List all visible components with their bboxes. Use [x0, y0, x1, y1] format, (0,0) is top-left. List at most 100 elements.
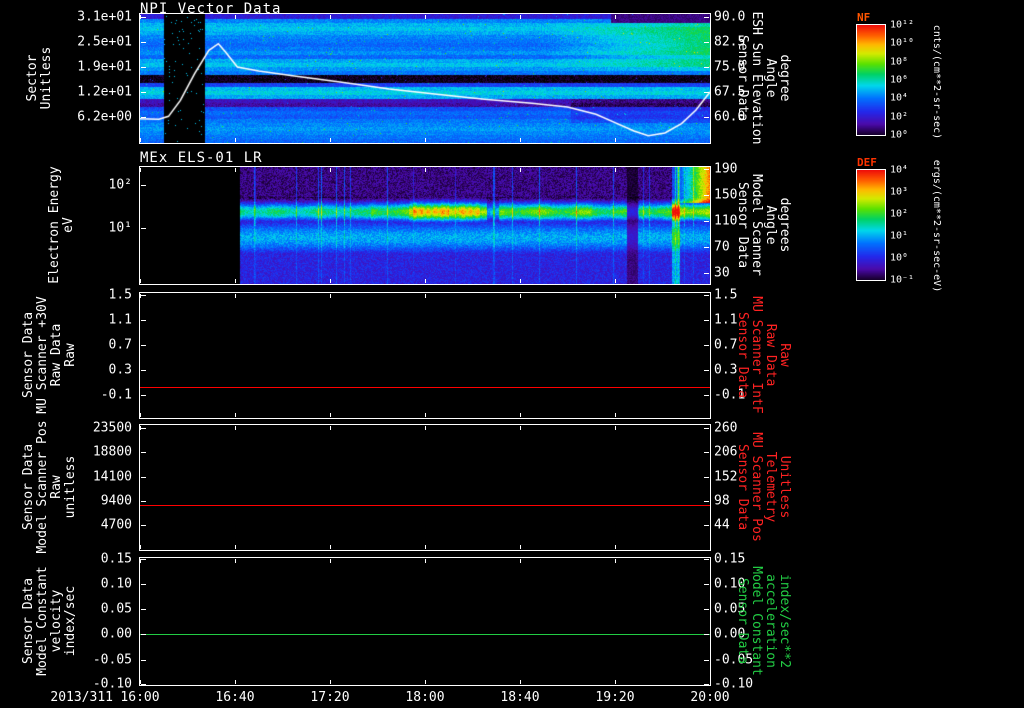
tick-mark — [710, 426, 711, 430]
tick-mark — [141, 660, 146, 661]
tick-label: 10³ — [890, 187, 908, 198]
tick-mark — [704, 345, 709, 346]
tick-mark — [425, 279, 426, 283]
tick-label: 10² — [109, 178, 132, 193]
tick-mark — [140, 15, 141, 19]
tick-label: 0.15 — [101, 552, 132, 567]
tick-mark — [704, 428, 709, 429]
tick-mark — [141, 477, 146, 478]
tick-mark — [704, 559, 709, 560]
tick-mark — [704, 609, 709, 610]
tick-label: 10¹⁰ — [890, 38, 914, 49]
tick-mark — [704, 370, 709, 371]
tick-label: 2.5e+01 — [77, 35, 132, 50]
tick-mark — [704, 452, 709, 453]
tick-mark — [141, 609, 146, 610]
tick-label: 16:40 — [203, 690, 267, 705]
tick-mark — [704, 169, 709, 170]
tick-mark — [140, 545, 141, 549]
tick-mark — [615, 294, 616, 298]
tick-mark — [235, 413, 236, 417]
tick-mark — [141, 525, 146, 526]
tick-label: 10⁰ — [890, 253, 908, 264]
tick-mark — [704, 320, 709, 321]
panel1-heatmap-canvas — [140, 14, 710, 143]
tick-mark — [235, 680, 236, 684]
tick-mark — [710, 294, 711, 298]
tick-mark — [141, 370, 146, 371]
tick-label: 1.9e+01 — [77, 60, 132, 75]
tick-label: 0.10 — [101, 577, 132, 592]
tick-mark — [704, 525, 709, 526]
colorbar-nf — [856, 24, 886, 136]
tick-mark — [615, 168, 616, 172]
tick-mark — [141, 559, 146, 560]
science-plot-page: NPI Vector Data 3.1e+012.5e+011.9e+011.2… — [0, 0, 1024, 708]
tick-mark — [704, 634, 709, 635]
tick-mark — [615, 15, 616, 19]
tick-label: 152 — [714, 470, 737, 485]
panel3-plot — [139, 292, 711, 419]
tick-mark — [330, 138, 331, 142]
tick-mark — [141, 395, 146, 396]
tick-label: 20:00 — [678, 690, 742, 705]
tick-label: 16:00 — [108, 690, 172, 705]
tick-mark — [235, 168, 236, 172]
tick-mark — [141, 452, 146, 453]
panel1-spectrogram — [139, 13, 711, 144]
tick-mark — [330, 545, 331, 549]
tick-mark — [710, 413, 711, 417]
tick-mark — [520, 294, 521, 298]
tick-mark — [615, 559, 616, 563]
tick-mark — [141, 185, 146, 186]
tick-mark — [704, 501, 709, 502]
tick-mark — [140, 426, 141, 430]
tick-label: 14100 — [93, 470, 132, 485]
colorbar-def — [856, 169, 886, 281]
tick-mark — [615, 279, 616, 283]
tick-mark — [615, 680, 616, 684]
tick-mark — [141, 92, 146, 93]
tick-label: 10² — [890, 209, 908, 220]
tick-label: 6.2e+00 — [77, 110, 132, 125]
panel4-data-line — [140, 505, 710, 506]
tick-label: 18:00 — [393, 690, 457, 705]
tick-mark — [425, 559, 426, 563]
tick-mark — [330, 559, 331, 563]
tick-mark — [704, 684, 709, 685]
tick-mark — [141, 584, 146, 585]
panel4-plot — [139, 424, 711, 551]
tick-mark — [520, 680, 521, 684]
tick-label: 10⁶ — [890, 75, 908, 86]
tick-label: 1.1 — [714, 313, 737, 328]
tick-mark — [704, 117, 709, 118]
tick-mark — [704, 273, 709, 274]
panel2-spectrogram — [139, 166, 711, 285]
tick-mark — [520, 168, 521, 172]
tick-label: 0.3 — [109, 363, 132, 378]
tick-label: -0.1 — [101, 388, 132, 403]
tick-mark — [704, 584, 709, 585]
tick-mark — [710, 138, 711, 142]
tick-label: 18800 — [93, 445, 132, 460]
panel2-heatmap-canvas — [140, 167, 710, 284]
tick-mark — [235, 279, 236, 283]
tick-mark — [425, 168, 426, 172]
tick-label: 150 — [714, 188, 737, 203]
tick-mark — [140, 294, 141, 298]
tick-mark — [520, 138, 521, 142]
tick-mark — [520, 15, 521, 19]
tick-mark — [235, 15, 236, 19]
tick-label: 10⁰ — [890, 130, 908, 141]
tick-mark — [704, 395, 709, 396]
tick-mark — [140, 680, 141, 684]
tick-mark — [140, 559, 141, 563]
tick-mark — [141, 634, 146, 635]
tick-mark — [615, 545, 616, 549]
tick-mark — [710, 680, 711, 684]
tick-label: 3.1e+01 — [77, 10, 132, 25]
panel2-title: MEx ELS-01 LR — [140, 150, 263, 166]
tick-label: 10¹² — [890, 20, 914, 31]
tick-mark — [520, 413, 521, 417]
tick-label: 4700 — [101, 518, 132, 533]
